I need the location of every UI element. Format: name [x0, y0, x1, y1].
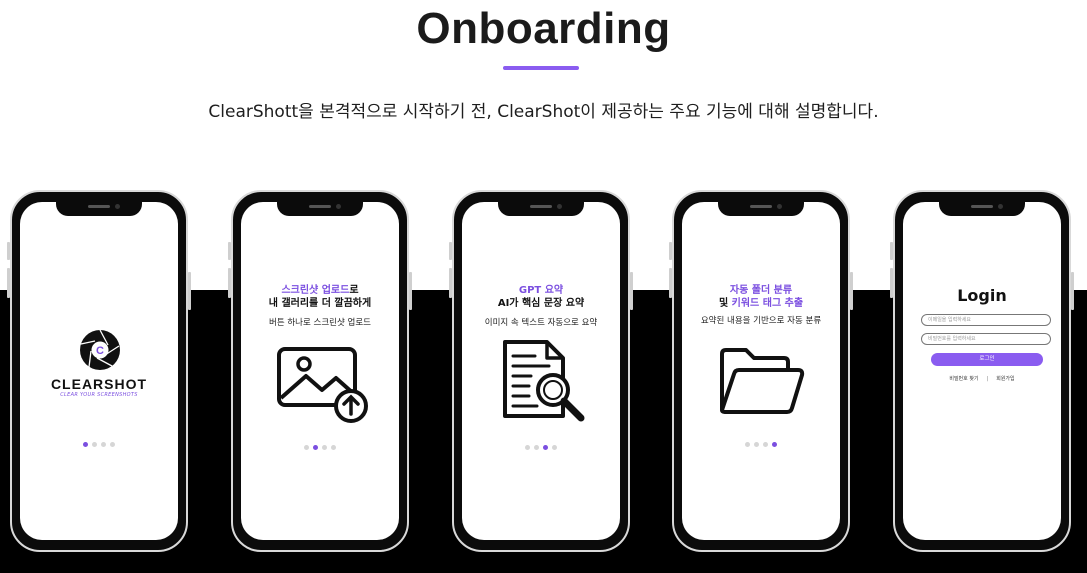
password-field[interactable]: 비밀번호를 입력하세요: [921, 333, 1051, 345]
folder-icon: [720, 348, 805, 414]
login-title: Login: [957, 286, 1007, 305]
app-logo-text: CLEARSHOT: [50, 376, 148, 392]
email-field[interactable]: 이메일을 입력하세요: [921, 314, 1051, 326]
page-indicator: [462, 445, 620, 450]
onboarding-description: 이미지 속 텍스트 자동으로 요약: [484, 318, 598, 328]
phone-screen: C CLEARSHOT CLEAR YOUR SCREENSHOTS: [20, 202, 178, 540]
app-logo-tagline: CLEAR YOUR SCREENSHOTS: [60, 392, 138, 398]
phone-summary: GPT 요약 AI가 핵심 문장 요약 이미지 속 텍스트 자동으로 요약: [449, 190, 633, 552]
login-button[interactable]: 로그인: [931, 353, 1043, 366]
page-indicator: [241, 445, 399, 450]
auth-links: 비밀번호 찾기 | 회원가입: [903, 375, 1061, 382]
page-subtitle: ClearShott을 본격적으로 시작하기 전, ClearShot이 제공하…: [208, 102, 879, 122]
page-indicator: [682, 442, 840, 447]
phone-login: Login 이메일을 입력하세요 비밀번호를 입력하세요 로그인 비밀번호 찾기…: [890, 190, 1074, 552]
page-title: Onboarding: [416, 4, 671, 53]
clearshot-aperture-logo-icon: C: [80, 329, 120, 370]
phone-folder: 자동 폴더 분류 및 키워드 태그 추출 요약된 내용을 기반으로 자동 분류: [669, 190, 853, 552]
document-search-icon: [503, 340, 585, 422]
onboarding-heading: GPT 요약 AI가 핵심 문장 요약: [497, 285, 585, 309]
link-divider: |: [986, 376, 989, 382]
signup-link[interactable]: 회원가입: [996, 376, 1014, 382]
phone-upload: 스크린샷 업로드로 내 갤러리를 더 깔끔하게 버튼 하나로 스크린샷 업로드: [228, 190, 412, 552]
onboarding-description: 요약된 내용을 기반으로 자동 분류: [700, 316, 822, 326]
image-upload-icon: [277, 347, 368, 423]
onboarding-heading: 스크린샷 업로드로 내 갤러리를 더 깔끔하게: [268, 285, 372, 309]
title-underline: [503, 66, 579, 70]
onboarding-heading: 자동 폴더 분류 및 키워드 태그 추출: [718, 285, 804, 309]
phone-splash: C CLEARSHOT CLEAR YOUR SCREENSHOTS: [7, 190, 191, 552]
onboarding-description: 버튼 하나로 스크린샷 업로드: [269, 318, 371, 328]
svg-text:C: C: [96, 345, 104, 357]
page-indicator: [20, 442, 178, 447]
find-password-link[interactable]: 비밀번호 찾기: [949, 376, 978, 382]
